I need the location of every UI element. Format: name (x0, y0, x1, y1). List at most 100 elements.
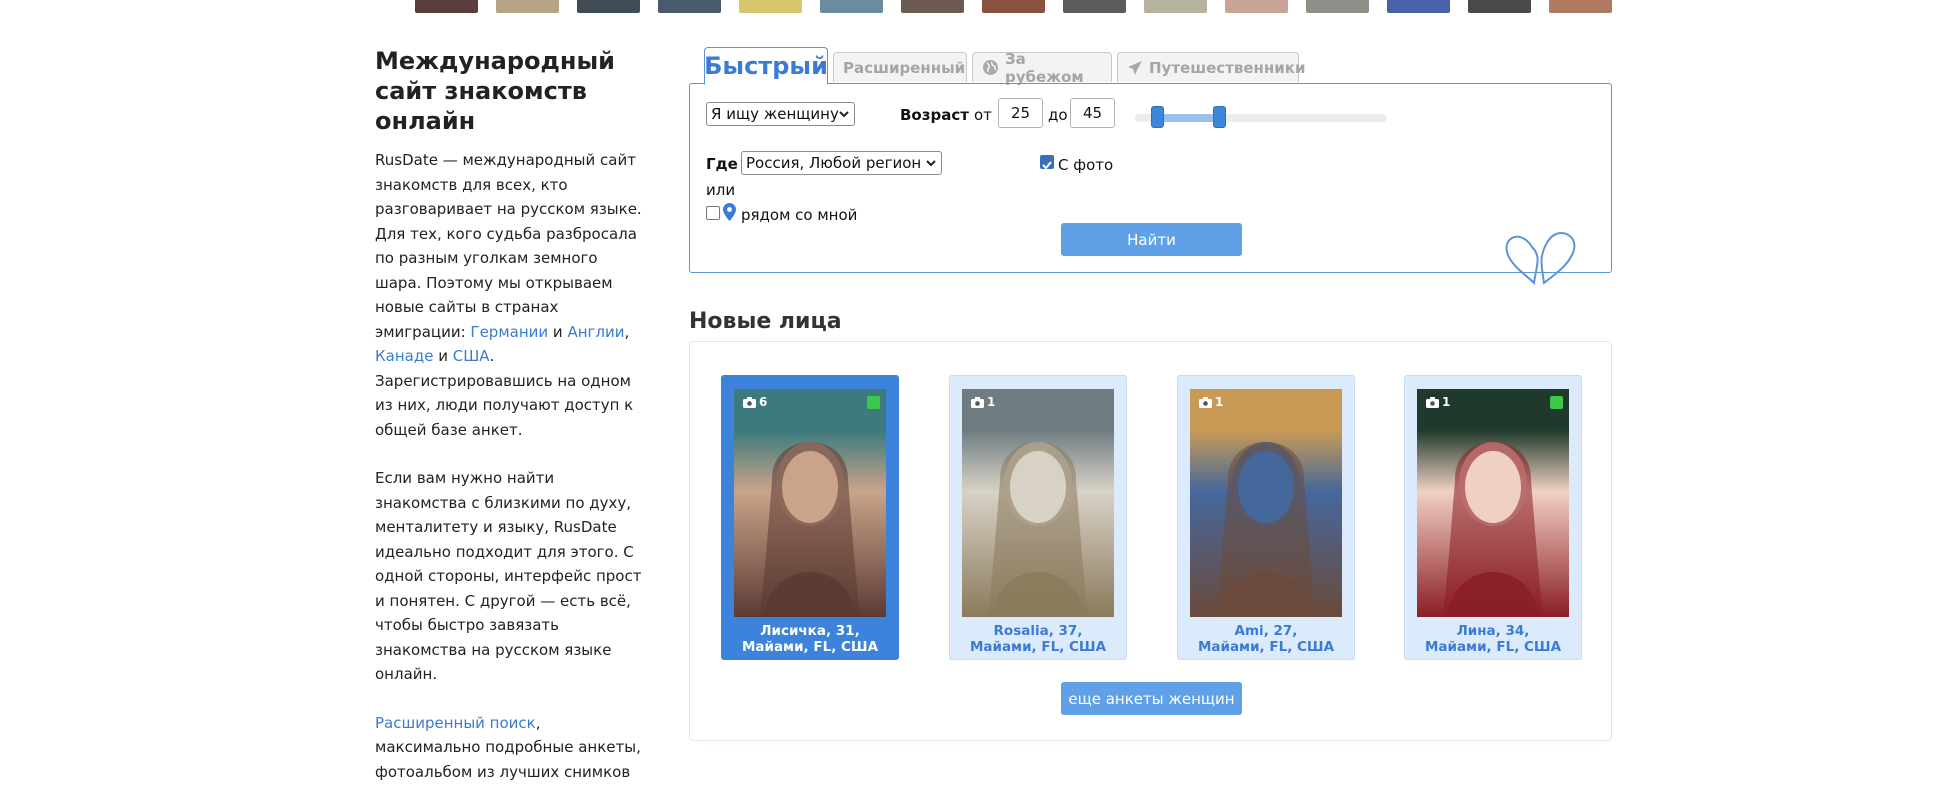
photo-count: 1 (1442, 395, 1451, 409)
tab-quick[interactable]: Быстрый (704, 47, 828, 85)
top-thumbnail[interactable] (1306, 0, 1369, 13)
new-faces-panel: 6 Лисичка, 31, Майами, FL, США 1 Rosalia, 37… (689, 341, 1612, 741)
photo-count: 1 (987, 395, 996, 409)
age-from-label: от (974, 106, 992, 124)
age-to-input[interactable]: 45 (1070, 98, 1115, 128)
top-thumbnail[interactable] (577, 0, 640, 13)
tab-travelers[interactable]: Путешественники (1117, 52, 1305, 82)
person-silhouette-icon (1443, 442, 1543, 617)
photo-count-badge: 1 (1199, 395, 1223, 409)
link-germany[interactable]: Германии (470, 323, 548, 341)
profile-photo[interactable]: 1 (962, 389, 1114, 617)
camera-icon (1426, 396, 1439, 408)
page-title: Международный сайт знакомств онлайн (375, 47, 615, 135)
looking-for-select[interactable]: Я ищу женщину (706, 102, 855, 126)
checkmark-icon (1042, 161, 1052, 170)
age-to-handle[interactable] (1213, 106, 1226, 128)
photo-count-badge: 1 (971, 395, 995, 409)
profile-location: Майами, FL, США (1424, 639, 1562, 655)
top-thumbnail[interactable] (1225, 0, 1288, 13)
person-silhouette-icon (760, 442, 860, 617)
profile-card[interactable]: 1 Rosalia, 37, Майами, FL, США (949, 375, 1127, 660)
camera-icon (743, 396, 756, 408)
top-thumbnail[interactable] (1144, 0, 1207, 13)
profile-caption[interactable]: Лина, 34, Майами, FL, США (1405, 623, 1581, 655)
top-thumbnail[interactable] (901, 0, 964, 13)
more-profiles-button[interactable]: еще анкеты женщин (1061, 682, 1242, 715)
age-range-fill (1156, 114, 1219, 122)
top-thumbnail[interactable] (1468, 0, 1531, 13)
where-label: Где (706, 155, 738, 173)
link-canada[interactable]: Канаде (375, 347, 433, 365)
find-button[interactable]: Найти (1061, 223, 1242, 256)
region-select[interactable]: Россия, Любой регион (741, 151, 942, 175)
profile-location: Майами, FL, США (969, 639, 1107, 655)
profile-name-age: Ami, 27, (1234, 623, 1298, 639)
top-thumbnail-strip (415, 0, 1612, 13)
top-thumbnail[interactable] (658, 0, 721, 13)
top-thumbnail[interactable] (820, 0, 883, 13)
new-faces-title: Новые лица (689, 309, 842, 334)
tab-advanced[interactable]: Расширенный (833, 52, 967, 82)
online-status-icon (867, 396, 880, 409)
plane-icon (1127, 60, 1143, 76)
tab-label: За рубежом (1005, 49, 1084, 86)
link-england[interactable]: Англии (567, 323, 624, 341)
age-label: Возраст (900, 106, 969, 124)
profile-name-age: Лина, 34, (1456, 623, 1530, 639)
intro-paragraph-1: RusDate — международный сайт знакомств д… (375, 148, 645, 442)
location-pin-icon (723, 203, 736, 225)
age-range-slider[interactable] (1135, 106, 1387, 128)
profile-card[interactable]: 1 Ami, 27, Майами, FL, США (1177, 375, 1355, 660)
chevron-down-icon (925, 156, 937, 174)
near-me-checkbox[interactable] (706, 206, 720, 220)
online-status-icon (1550, 396, 1563, 409)
person-silhouette-icon (988, 442, 1088, 617)
person-silhouette-icon (1216, 442, 1316, 617)
profile-photo[interactable]: 6 (734, 389, 886, 617)
tab-label: Путешественники (1149, 58, 1306, 77)
with-photo-label: С фото (1058, 156, 1114, 174)
top-thumbnail[interactable] (496, 0, 559, 13)
link-advanced-search[interactable]: Расширенный поиск (375, 714, 536, 732)
near-me-label: рядом со мной (741, 206, 858, 224)
photo-count-badge: 1 (1426, 395, 1450, 409)
top-thumbnail[interactable] (739, 0, 802, 13)
profile-caption[interactable]: Ami, 27, Майами, FL, США (1178, 623, 1354, 655)
profile-photo[interactable]: 1 (1417, 389, 1569, 617)
tab-label: Расширенный (843, 58, 966, 77)
age-from-handle[interactable] (1150, 106, 1164, 128)
hearts-decoration-icon (1502, 217, 1582, 297)
profile-card[interactable]: 6 Лисичка, 31, Майами, FL, США (721, 375, 899, 660)
profile-photo[interactable]: 1 (1190, 389, 1342, 617)
profile-name-age: Rosalia, 37, (993, 623, 1083, 639)
profile-location: Майами, FL, США (741, 639, 879, 655)
photo-count-badge: 6 (743, 395, 767, 409)
profile-card[interactable]: 1 Лина, 34, Майами, FL, США (1404, 375, 1582, 660)
link-usa[interactable]: США (453, 347, 490, 365)
profile-name-age: Лисичка, 31, (760, 623, 860, 639)
chevron-down-icon (838, 107, 850, 125)
profile-caption[interactable]: Лисичка, 31, Майами, FL, США (722, 623, 898, 655)
intro-text-part: , (624, 322, 630, 341)
quick-search-panel: Я ищу женщину Возраст от 25 до 45 Где Ро… (689, 83, 1612, 286)
age-from-input[interactable]: 25 (998, 98, 1043, 128)
looking-for-value: Я ищу женщину (711, 105, 839, 123)
top-thumbnail[interactable] (1387, 0, 1450, 13)
top-thumbnail[interactable] (415, 0, 478, 13)
camera-icon (971, 396, 984, 408)
camera-icon (1199, 396, 1212, 408)
photo-count: 6 (759, 395, 768, 409)
intro-text-part: и (433, 347, 453, 365)
profile-caption[interactable]: Rosalia, 37, Майами, FL, США (950, 623, 1126, 655)
with-photo-checkbox[interactable] (1040, 155, 1054, 170)
tab-label: Быстрый (704, 52, 828, 80)
tab-abroad[interactable]: За рубежом (972, 50, 1112, 86)
top-thumbnail[interactable] (1549, 0, 1612, 13)
globe-icon (982, 59, 999, 76)
profile-location: Майами, FL, США (1197, 639, 1335, 655)
left-column: Международный сайт знакомств онлайн RusD… (375, 46, 645, 808)
top-thumbnail[interactable] (982, 0, 1045, 13)
top-thumbnail[interactable] (1063, 0, 1126, 13)
region-value: Россия, Любой регион (746, 154, 922, 172)
